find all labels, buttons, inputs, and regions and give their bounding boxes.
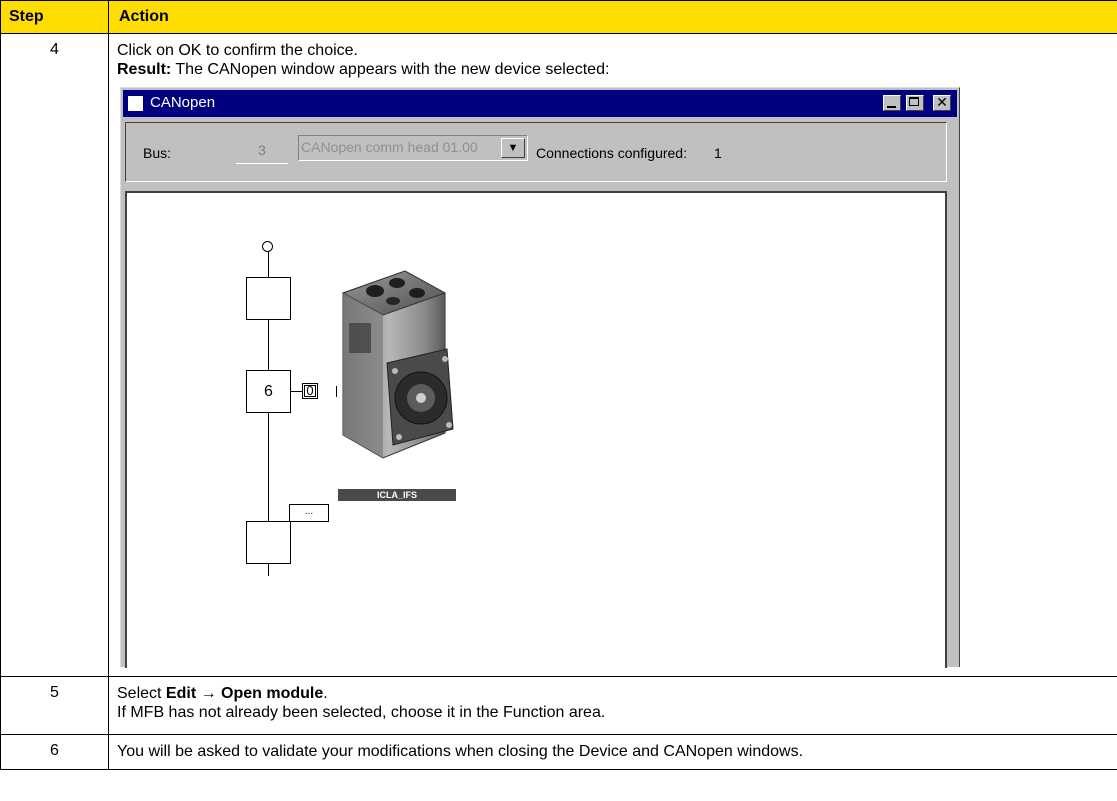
bus-master-node[interactable] xyxy=(246,277,291,320)
action-cell: Select Edit → Open module. If MFB has no… xyxy=(108,676,1117,735)
window-titlebar[interactable]: CANopen ✕ xyxy=(123,90,957,117)
action-text: Click on OK to confirm the choice. xyxy=(117,42,358,59)
action-text-2: If MFB has not already been selected, ch… xyxy=(117,704,606,721)
select-prefix: Select xyxy=(117,685,166,702)
bus-number-field: 3 xyxy=(236,137,288,164)
window-title: CANopen xyxy=(150,94,216,111)
select-suffix: . xyxy=(323,685,328,702)
action-text: You will be asked to validate your modif… xyxy=(117,743,804,760)
header-step: Step xyxy=(0,0,109,34)
bus-canvas: 6 0 ICLA_IFS ... xyxy=(125,191,947,668)
node-connector xyxy=(290,391,302,392)
device-label: ICLA_IFS xyxy=(338,489,456,501)
step-number: 5 xyxy=(0,676,109,735)
step-number: 6 xyxy=(0,734,109,770)
motor-device-image[interactable] xyxy=(335,253,459,478)
step-number: 4 xyxy=(0,33,109,677)
window-system-icon[interactable] xyxy=(128,96,143,111)
bus-device-select[interactable]: CANopen comm head 01.00 ▼ xyxy=(298,135,528,161)
connections-value: 1 xyxy=(714,145,722,161)
bus-node-6[interactable]: 6 xyxy=(246,370,291,413)
result-label: Result: xyxy=(117,61,172,78)
dropdown-arrow-icon[interactable]: ▼ xyxy=(501,138,525,158)
slot-box[interactable]: 0 xyxy=(302,383,318,399)
slot-number: 0 xyxy=(306,383,314,398)
more-slots-box[interactable]: ... xyxy=(289,504,329,522)
bus-label: Bus: xyxy=(143,145,172,161)
action-cell: You will be asked to validate your modif… xyxy=(108,734,1117,770)
header-action: Action xyxy=(108,0,1117,34)
bus-info-bar: Bus: 3 CANopen comm head 01.00 ▼ Connect… xyxy=(125,122,947,182)
result-text: The CANopen window appears with the new … xyxy=(171,61,610,78)
maximize-button[interactable] xyxy=(906,95,924,111)
bus-device-value: CANopen comm head 01.00 xyxy=(301,139,478,155)
menu-path: Edit → Open module xyxy=(165,685,324,702)
table-row: 5 Select Edit → Open module. If MFB has … xyxy=(0,676,1117,735)
minimize-button[interactable] xyxy=(883,95,901,111)
table-header-row: Step Action xyxy=(0,0,1117,34)
canopen-window: CANopen ✕ Bus: 3 CANopen comm head 01.00… xyxy=(120,87,960,668)
connections-label: Connections configured: xyxy=(536,145,687,161)
bus-end-node[interactable] xyxy=(246,521,291,564)
bus-start-node xyxy=(262,241,273,252)
result-line: Result: The CANopen window appears with … xyxy=(117,60,1117,79)
action-text: Select Edit → Open module. xyxy=(117,684,1117,703)
table-row: 6 You will be asked to validate your mod… xyxy=(0,734,1117,770)
close-button[interactable]: ✕ xyxy=(933,95,951,111)
